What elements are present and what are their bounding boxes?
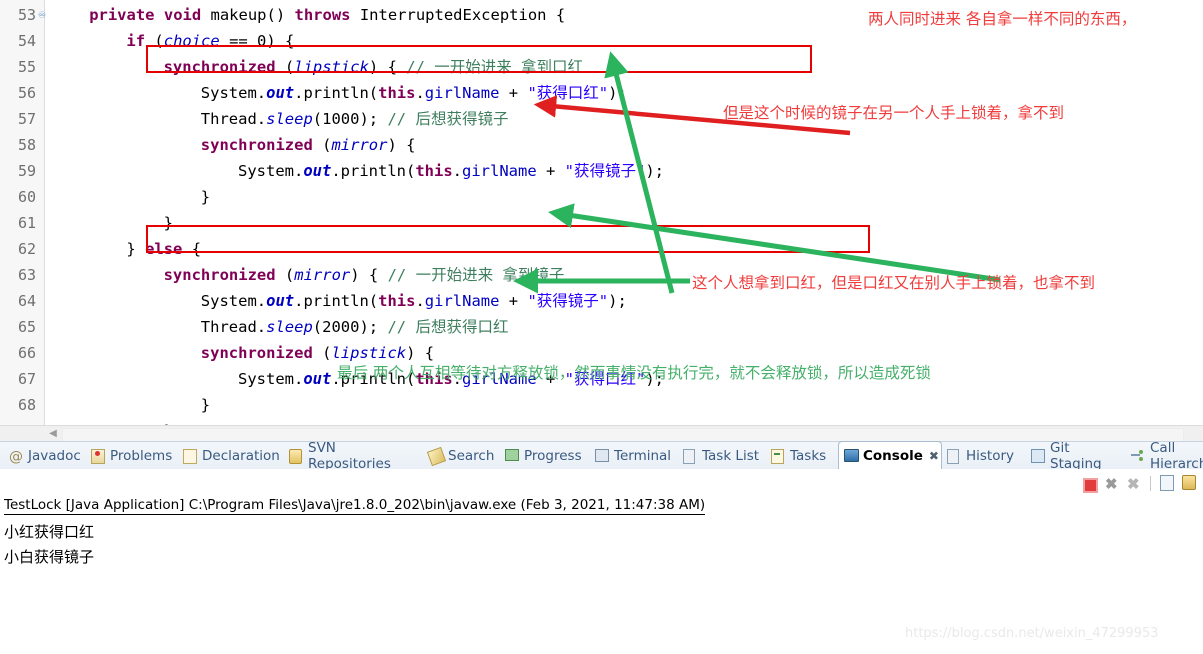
line-number: 57 bbox=[17, 110, 36, 128]
line-number: 54 bbox=[17, 32, 36, 50]
tab-label: Task List bbox=[702, 448, 760, 464]
code-line[interactable]: } else { bbox=[126, 236, 201, 262]
at-icon: @ bbox=[9, 448, 23, 465]
code-line[interactable]: } bbox=[164, 418, 173, 425]
annotation-lipstick-locked: 这个人想拿到口红，但是口红又在别人手上锁着，也拿不到 bbox=[692, 274, 1096, 292]
code-line[interactable]: System.out.println(this.girlName + "获得镜子… bbox=[201, 288, 627, 314]
task-list-icon bbox=[683, 448, 698, 464]
clear-console-button[interactable] bbox=[1160, 474, 1177, 492]
tab-progress[interactable]: Progress bbox=[500, 442, 590, 470]
scrollbar-thumb[interactable] bbox=[62, 428, 1184, 442]
line-number: 58 bbox=[17, 136, 36, 154]
remove-all-launches-button[interactable]: ✖ bbox=[1127, 475, 1144, 493]
tab-tasks[interactable]: Tasks bbox=[766, 442, 838, 470]
tab-git-staging[interactable]: Git Staging bbox=[1026, 440, 1126, 472]
line-number: 66 bbox=[17, 344, 36, 362]
tab-javadoc[interactable]: @ Javadoc bbox=[4, 442, 86, 470]
tab-label: Progress bbox=[524, 448, 582, 464]
annotation-deadlock: 最后 两个人互相等待对方释放锁，然而事情没有执行完，就不会释放锁，所以造成死锁 bbox=[337, 364, 931, 382]
tab-search[interactable]: Search bbox=[424, 442, 500, 470]
line-number: 60 bbox=[17, 188, 36, 206]
svn-repo-icon bbox=[289, 448, 304, 464]
code-line[interactable]: } bbox=[164, 210, 173, 236]
code-line[interactable]: private void makeup() throws Interrupted… bbox=[89, 2, 565, 28]
code-line[interactable]: } bbox=[201, 184, 210, 210]
tab-label: Tasks bbox=[790, 448, 827, 464]
tab-problems[interactable]: Problems bbox=[86, 442, 178, 470]
console-toolbar[interactable]: ✖ ✖ bbox=[1078, 472, 1199, 494]
line-number: 67 bbox=[17, 370, 36, 388]
progress-icon bbox=[505, 448, 520, 464]
tab-declaration[interactable]: Declaration bbox=[178, 442, 284, 470]
tab-label: Problems bbox=[110, 448, 173, 464]
code-line[interactable]: System.out.println(this.girlName + "获得口红… bbox=[201, 80, 627, 106]
tab-label: Javadoc bbox=[28, 448, 81, 464]
git-staging-icon bbox=[1031, 448, 1046, 464]
console-process-line: TestLock [Java Application] C:\Program F… bbox=[4, 497, 706, 515]
line-number: 55 bbox=[17, 58, 36, 76]
code-line[interactable]: synchronized (mirror) { bbox=[201, 132, 416, 158]
line-number: 68 bbox=[17, 396, 36, 414]
scroll-left-icon[interactable]: ◀ bbox=[44, 426, 62, 442]
tab-terminal[interactable]: Terminal bbox=[590, 442, 678, 470]
terminate-button[interactable] bbox=[1083, 475, 1100, 493]
line-number-gutter: 53♾545556575859606162636465666768697071 bbox=[0, 0, 48, 425]
console-output-line: 小红获得口红 bbox=[4, 523, 95, 541]
tab-label: History bbox=[966, 448, 1015, 464]
tab-svn-repositories[interactable]: SVN Repositories bbox=[284, 440, 424, 472]
tab-label: Declaration bbox=[202, 448, 280, 464]
tab-label: Console bbox=[863, 448, 923, 464]
toolbar-separator bbox=[1150, 475, 1151, 491]
tab-label: Call Hierarchy bbox=[1150, 440, 1203, 472]
line-number: 65 bbox=[17, 318, 36, 336]
code-line[interactable]: } bbox=[201, 392, 210, 418]
annotation-mirror-locked: 但是这个时候的镜子在另一个人手上锁着，拿不到 bbox=[723, 104, 1065, 122]
code-editor[interactable]: 53♾545556575859606162636465666768697071 … bbox=[0, 0, 1203, 425]
close-icon[interactable]: ✖ bbox=[929, 449, 939, 463]
code-line[interactable]: if (choice == 0) { bbox=[126, 28, 294, 54]
history-icon bbox=[947, 448, 962, 464]
remove-launch-button[interactable]: ✖ bbox=[1105, 475, 1122, 493]
problems-icon bbox=[91, 448, 106, 464]
watermark: https://blog.csdn.net/weixin_47299953 bbox=[905, 626, 1159, 641]
code-line[interactable]: Thread.sleep(2000); // 后想获得口红 bbox=[201, 314, 509, 340]
line-number: 62 bbox=[17, 240, 36, 258]
fold-toggle-icon[interactable]: ♾ bbox=[38, 2, 48, 28]
line-number: 61 bbox=[17, 214, 36, 232]
console-output-line: 小白获得镜子 bbox=[4, 548, 95, 566]
line-number: 69 bbox=[0, 418, 36, 425]
console-icon bbox=[844, 448, 859, 464]
line-number: 56 bbox=[17, 84, 36, 102]
line-number: 63 bbox=[17, 266, 36, 284]
call-hierarchy-icon bbox=[1131, 449, 1146, 464]
code-line[interactable]: System.out.println(this.girlName + "获得镜子… bbox=[238, 158, 664, 184]
tab-label: Git Staging bbox=[1050, 440, 1102, 472]
tab-label: Terminal bbox=[614, 448, 672, 464]
tab-label: Search bbox=[448, 448, 495, 464]
line-number: 64 bbox=[17, 292, 36, 310]
line-number: 53 bbox=[17, 6, 36, 24]
tab-call-hierarchy[interactable]: Call Hierarchy bbox=[1126, 440, 1203, 472]
line-number: 59 bbox=[17, 162, 36, 180]
tab-label: SVN Repositories bbox=[308, 440, 391, 472]
scroll-lock-button[interactable] bbox=[1182, 474, 1199, 492]
highlight-box-mirror bbox=[146, 225, 870, 253]
annotation-top-right: 两人同时进来 各自拿一样不同的东西， bbox=[868, 10, 1137, 28]
terminal-icon bbox=[595, 448, 610, 464]
tasks-icon bbox=[771, 448, 786, 464]
view-tab-bar[interactable]: @ Javadoc Problems Declaration SVN Repositor… bbox=[0, 440, 1203, 472]
code-line[interactable]: synchronized (lipstick) { // 一开始进来 拿到口红 bbox=[164, 54, 583, 80]
editor-horizontal-scrollbar[interactable]: ◀ bbox=[0, 425, 1203, 442]
tab-task-list[interactable]: Task List bbox=[678, 442, 766, 470]
code-line[interactable]: Thread.sleep(1000); // 后想获得镜子 bbox=[201, 106, 509, 132]
declaration-icon bbox=[183, 448, 198, 464]
tab-history[interactable]: History bbox=[942, 442, 1026, 470]
code-line[interactable]: synchronized (mirror) { // 一开始进来 拿到镜子 bbox=[164, 262, 565, 288]
tab-console[interactable]: Console ✖ bbox=[838, 441, 942, 470]
search-icon bbox=[426, 446, 447, 466]
